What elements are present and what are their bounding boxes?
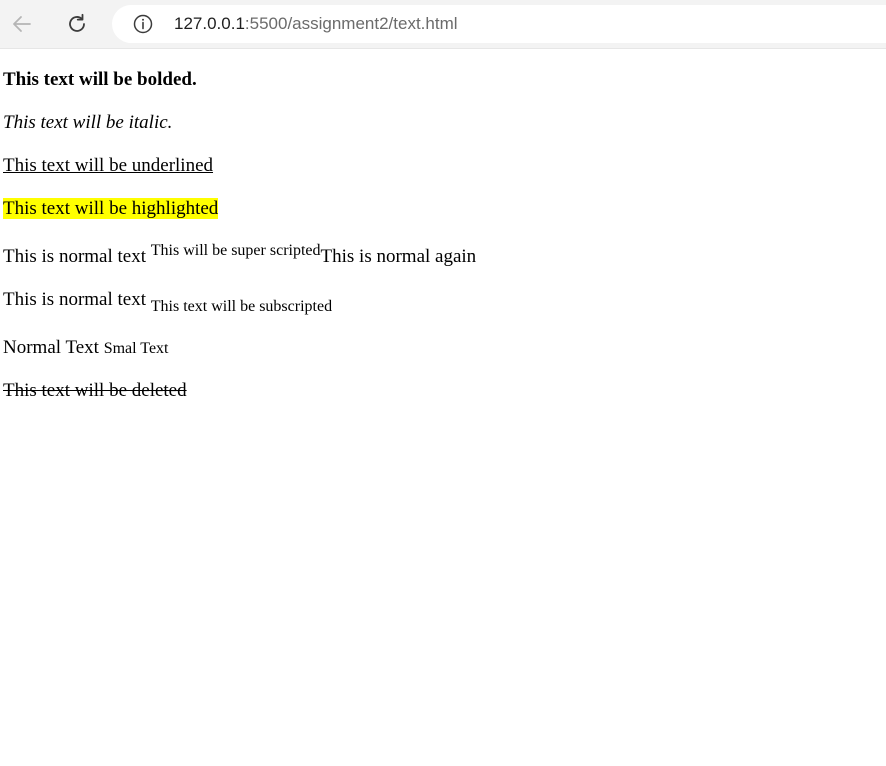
normal-text: This is normal text <box>3 246 151 267</box>
subscript-paragraph: This is normal text This text will be su… <box>3 289 333 315</box>
browser-toolbar: 127.0.0.1:5500/assignment2/text.html <box>0 0 886 49</box>
normal-size-text: Normal Text <box>3 337 104 358</box>
info-icon[interactable] <box>133 14 153 34</box>
italic-text: This text will be italic. <box>3 112 173 133</box>
reload-button[interactable] <box>62 9 92 39</box>
normal-text-again: This is normal again <box>320 246 477 267</box>
superscript-text: This will be super scripted <box>150 242 321 259</box>
address-bar[interactable]: 127.0.0.1:5500/assignment2/text.html <box>112 5 886 43</box>
url-text[interactable]: 127.0.0.1:5500/assignment2/text.html <box>174 14 458 34</box>
url-host: 127.0.0.1 <box>174 14 245 33</box>
superscript-paragraph: This is normal text This will be super s… <box>3 242 477 269</box>
back-button[interactable] <box>7 9 37 39</box>
bold-text: This text will be bolded. <box>3 69 197 90</box>
underlined-text: This text will be underlined <box>3 155 214 176</box>
url-path: :5500/assignment2/text.html <box>244 14 458 33</box>
small-text: Smal Text <box>103 340 169 357</box>
highlighted-text: This text will be highlighted <box>3 198 219 219</box>
arrow-left-icon <box>13 16 31 32</box>
reload-icon <box>69 13 85 32</box>
small-text-paragraph: Normal Text Smal Text <box>3 337 169 360</box>
subscript-text: This text will be subscripted <box>150 298 333 315</box>
highlight-paragraph: This text will be highlighted <box>3 198 219 220</box>
normal-text: This is normal text <box>3 289 151 310</box>
deleted-text: This text will be deleted <box>3 380 187 401</box>
